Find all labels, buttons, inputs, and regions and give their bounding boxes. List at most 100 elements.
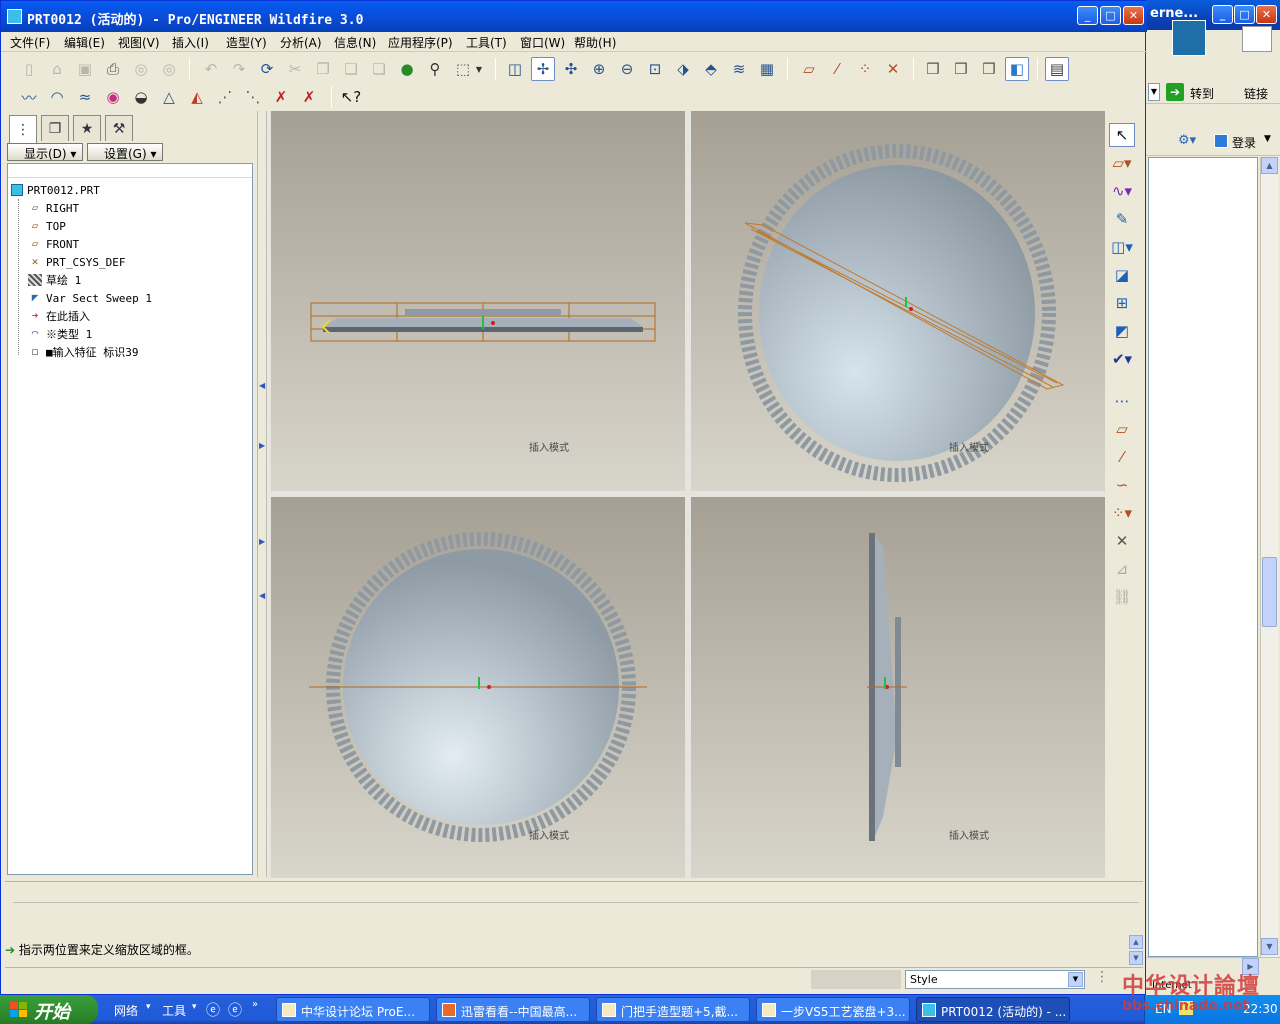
datum-plane-tool-icon[interactable]: ▱▾	[1109, 151, 1135, 175]
collapse-arrow-icon[interactable]: ◀	[259, 381, 265, 390]
menu-info[interactable]: 信息(N)	[334, 34, 376, 51]
zoom-in-icon[interactable]: ⊕	[587, 57, 611, 81]
link-tool-icon[interactable]: ⛓	[1109, 585, 1135, 609]
filter-select[interactable]: Style ▼	[905, 970, 1085, 989]
address-dropdown[interactable]: ▼	[1148, 83, 1160, 101]
quicklaunch-ie-icon[interactable]: ⓔ	[206, 1000, 220, 1020]
draft-icon[interactable]: △	[157, 85, 181, 109]
copy-icon[interactable]: ❐	[311, 57, 335, 81]
tree-item-right[interactable]: ▱ RIGHT	[28, 199, 79, 217]
surface-edit-icon[interactable]: ◪	[1109, 263, 1135, 287]
context-help-icon[interactable]: ↖?	[339, 85, 363, 109]
open-icon[interactable]: ⌂	[45, 57, 69, 81]
background-browser-window[interactable]: erne... _ □ ✕ ▼ ➔ 转到 链接 ⚙▾ 登录 ▼ ▲ ▼ ▶ In…	[1146, 0, 1280, 995]
section-analysis-icon[interactable]: ◉	[101, 85, 125, 109]
proe-main-window[interactable]: PRT0012 (活动的) - Pro/ENGINEER Wildfire 3.…	[0, 0, 1147, 995]
login-dropdown-icon[interactable]: ▼	[1264, 134, 1271, 144]
menu-style[interactable]: 造型(Y)	[226, 34, 267, 51]
hidden-line-icon[interactable]: ❒	[949, 57, 973, 81]
scroll-up-icon[interactable]: ▲	[1261, 157, 1278, 174]
curve-tool-icon[interactable]: ∿▾	[1109, 179, 1135, 203]
browser-scrollbar[interactable]: ▲ ▼	[1260, 157, 1278, 957]
datum-plane-display-icon[interactable]: ▱	[797, 57, 821, 81]
menu-help[interactable]: 帮助(H)	[574, 34, 616, 51]
scroll-thumb[interactable]	[1262, 557, 1277, 627]
style-surface-icon[interactable]: ◠	[45, 85, 69, 109]
tree-item-csys[interactable]: ✕ PRT_CSYS_DEF	[28, 253, 126, 271]
cut-icon[interactable]: ✂	[283, 57, 307, 81]
selection-box-icon[interactable]: ⬚	[451, 57, 475, 81]
refit-icon[interactable]: ⊡	[643, 57, 667, 81]
reflection-icon[interactable]: ◒	[129, 85, 153, 109]
datum-tool-icon[interactable]: ⋯	[1109, 389, 1135, 413]
navigator-splitter[interactable]: ◀ ▶ ▶ ◀	[257, 111, 267, 877]
search-icon[interactable]: ⚲	[423, 57, 447, 81]
connections-tab[interactable]: ⚒	[105, 115, 133, 141]
tools-dropdown-icon[interactable]: ▾	[192, 1002, 197, 1012]
delete-analysis-icon[interactable]: ⋱	[241, 85, 265, 109]
task-button[interactable]: 迅雷看看--中国最高...	[436, 997, 590, 1022]
zoom-out-icon[interactable]: ⊖	[615, 57, 639, 81]
plane-tool-icon[interactable]: ▱	[1109, 417, 1135, 441]
repaint-icon[interactable]: ◫	[503, 57, 527, 81]
goto-label[interactable]: 转到	[1190, 85, 1214, 102]
csys-tool-icon[interactable]: ✕	[1109, 529, 1135, 553]
hide-analysis-icon[interactable]: ✗	[269, 85, 293, 109]
undo-icon[interactable]: ↶	[199, 57, 223, 81]
tree-item-part[interactable]: PRT0012.PRT	[11, 181, 100, 199]
axis-tool-icon[interactable]: ⁄	[1109, 445, 1135, 469]
menu-edit[interactable]: 编辑(E)	[64, 34, 105, 51]
paste-icon[interactable]: ❏	[339, 57, 363, 81]
bg-close-button[interactable]: ✕	[1256, 5, 1277, 24]
menu-file[interactable]: 文件(F)	[10, 34, 50, 51]
task-button[interactable]: 中华设计论坛 ProE...	[276, 997, 430, 1022]
view-pane-isometric[interactable]: 插入模式	[691, 111, 1105, 491]
browser-content[interactable]	[1148, 157, 1258, 957]
scroll-down-icon[interactable]: ▼	[1261, 938, 1278, 955]
new-file-icon[interactable]: ▯	[17, 57, 41, 81]
login-button[interactable]: 登录	[1232, 134, 1256, 151]
expand-arrow-icon[interactable]: ▶	[259, 441, 265, 450]
save-icon[interactable]: ▣	[73, 57, 97, 81]
collapse-arrow-icon[interactable]: ◀	[259, 591, 265, 600]
csys-display-icon[interactable]: ✕	[881, 57, 905, 81]
color-icon[interactable]: ●	[395, 57, 419, 81]
model-tree[interactable]: PRT0012.PRT ▱ RIGHT ▱ TOP ▱ FRONT ✕ PRT_CSYS…	[7, 163, 253, 875]
view-pane-right[interactable]: 插入模式	[691, 497, 1105, 878]
menu-window[interactable]: 窗口(W)	[520, 34, 565, 51]
redo-icon[interactable]: ↷	[227, 57, 251, 81]
graphics-window[interactable]: 插入模式 插入模式 插入模式 插入模式	[269, 111, 1105, 878]
curve-edit-icon[interactable]: ✎	[1109, 207, 1135, 231]
filter-dropdown-icon[interactable]: ▼	[1068, 972, 1083, 987]
orient-icon[interactable]: ✣	[559, 57, 583, 81]
tree-item-import[interactable]: ◻ ■输入特征 标识39	[28, 343, 139, 361]
bg-minimize-button[interactable]: _	[1212, 5, 1233, 24]
spin-center-icon[interactable]: ✢	[531, 57, 555, 81]
tree-item-insert-here[interactable]: ➔ 在此插入	[28, 307, 90, 325]
layers-icon[interactable]: ≋	[727, 57, 751, 81]
menu-view[interactable]: 视图(V)	[118, 34, 160, 51]
trim-tool-icon[interactable]: ◩	[1109, 319, 1135, 343]
tools-icon[interactable]: ⚙▾	[1178, 133, 1200, 151]
reorient-icon[interactable]: ⬗	[671, 57, 695, 81]
bg-maximize-button[interactable]: □	[1234, 5, 1255, 24]
surface-tool-icon[interactable]: ◫▾	[1109, 235, 1135, 259]
msg-scroll-down-icon[interactable]: ▼	[1129, 951, 1143, 965]
msg-scroll-up-icon[interactable]: ▲	[1129, 935, 1143, 949]
offset-icon[interactable]: ⋰	[213, 85, 237, 109]
menu-applications[interactable]: 应用程序(P)	[388, 34, 453, 51]
point-tool-icon[interactable]: ⁘▾	[1109, 501, 1135, 525]
view-pane-top[interactable]: 插入模式	[271, 497, 685, 878]
task-button[interactable]: 门把手造型题+5,截...	[596, 997, 750, 1022]
goto-arrow-icon[interactable]: ➔	[1166, 83, 1184, 101]
tree-item-style[interactable]: ◠ ※类型 1	[28, 325, 93, 343]
quicklaunch-ie2-icon[interactable]: ⓔ	[228, 1000, 242, 1020]
message-scrollbar[interactable]: ▲ ▼	[1129, 935, 1145, 967]
saved-views-icon[interactable]: ⬘	[699, 57, 723, 81]
wireframe-icon[interactable]: ❒	[921, 57, 945, 81]
no-hidden-icon[interactable]: ❒	[977, 57, 1001, 81]
send-icon[interactable]: ◎	[129, 57, 153, 81]
tree-item-sweep[interactable]: ◤ Var Sect Sweep 1	[28, 289, 152, 307]
paste-special-icon[interactable]: ❏	[367, 57, 391, 81]
layers-tab[interactable]: ❐	[41, 115, 69, 141]
